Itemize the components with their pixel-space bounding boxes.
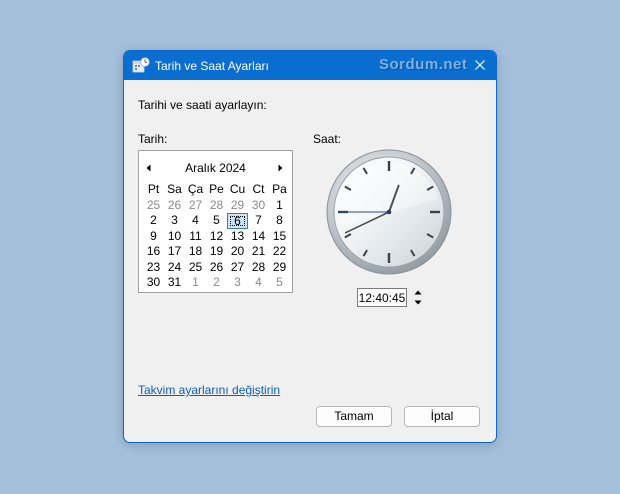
- calendar-day[interactable]: 5: [206, 213, 227, 229]
- calendar-day[interactable]: 28: [206, 198, 227, 214]
- calendar-day-selected[interactable]: 6: [227, 213, 248, 229]
- next-month-button[interactable]: [276, 162, 284, 172]
- calendar-grid: Pt Sa Ça Pe Cu Ct Pa 25 26 27 28 29 30 1 2 3 4 5 6 7 8 9 10 11 1…: [143, 182, 290, 291]
- window-title: Tarih ve Saat Ayarları: [155, 59, 269, 73]
- calendar-day[interactable]: 18: [185, 244, 206, 260]
- weekday-header: Ça: [187, 182, 204, 196]
- title-bar: Tarih ve Saat Ayarları Sordum.net: [124, 51, 496, 80]
- calendar-day[interactable]: 2: [206, 275, 227, 291]
- calendar-day[interactable]: 13: [227, 229, 248, 245]
- calendar-week-row: 9 10 11 12 13 14 15: [143, 229, 290, 245]
- calendar-day[interactable]: 4: [248, 275, 269, 291]
- close-button[interactable]: [470, 55, 490, 75]
- change-calendar-settings-link[interactable]: Takvim ayarlarını değiştirin: [138, 383, 280, 397]
- calendar-day[interactable]: 16: [143, 244, 164, 260]
- calendar-day[interactable]: 12: [206, 229, 227, 245]
- calendar-day[interactable]: 26: [206, 260, 227, 276]
- watermark: Sordum.net: [379, 56, 468, 73]
- calendar-day[interactable]: 3: [164, 213, 185, 229]
- calendar-day[interactable]: 19: [206, 244, 227, 260]
- calendar-day[interactable]: 3: [227, 275, 248, 291]
- calendar-day[interactable]: 24: [164, 260, 185, 276]
- calendar-day[interactable]: 15: [269, 229, 290, 245]
- calendar-day[interactable]: 1: [185, 275, 206, 291]
- chevron-right-icon: [278, 164, 283, 172]
- weekday-header: Cu: [229, 182, 246, 196]
- calendar-day[interactable]: 27: [185, 198, 206, 214]
- calendar-day[interactable]: 11: [185, 229, 206, 245]
- date-time-dialog: Tarih ve Saat Ayarları Sordum.net Tarihi…: [123, 50, 497, 443]
- calendar-day[interactable]: 26: [164, 198, 185, 214]
- calendar-day[interactable]: 22: [269, 244, 290, 260]
- cancel-button[interactable]: İptal: [404, 406, 480, 427]
- calendar-day[interactable]: 30: [143, 275, 164, 291]
- calendar-day[interactable]: 25: [143, 198, 164, 214]
- time-input[interactable]: [357, 288, 407, 307]
- weekday-header: Pt: [147, 182, 160, 196]
- calendar-day[interactable]: 29: [227, 198, 248, 214]
- arrow-up-icon: [414, 290, 422, 295]
- calendar-day[interactable]: 29: [269, 260, 290, 276]
- calendar-week-row: 30 31 1 2 3 4 5: [143, 275, 290, 291]
- calendar-day[interactable]: 4: [185, 213, 206, 229]
- calendar-day[interactable]: 20: [227, 244, 248, 260]
- ok-button[interactable]: Tamam: [316, 406, 392, 427]
- clock-center-pin: [386, 209, 392, 215]
- calendar-day[interactable]: 7: [248, 213, 269, 229]
- calendar-day[interactable]: 25: [185, 260, 206, 276]
- calendar-week-row: 2345678: [143, 213, 290, 229]
- calendar-day[interactable]: 14: [248, 229, 269, 245]
- weekday-header: Pa: [272, 182, 287, 196]
- calendar-day[interactable]: 9: [143, 229, 164, 245]
- date-time-app-icon: [132, 57, 150, 73]
- weekday-header: Ct: [252, 182, 265, 196]
- calendar-day[interactable]: 17: [164, 244, 185, 260]
- calendar-day[interactable]: 28: [248, 260, 269, 276]
- date-label: Tarih:: [138, 132, 168, 146]
- arrow-down-icon: [414, 300, 422, 305]
- calendar-day[interactable]: 31: [164, 275, 185, 291]
- calendar-day[interactable]: 30: [248, 198, 269, 214]
- calendar-week-row: 25 26 27 28 29 30 1: [143, 198, 290, 214]
- calendar: Aralık 2024 Pt Sa Ça Pe Cu Ct Pa 25 26 27 28 29 30 1 2…: [138, 150, 293, 293]
- calendar-day[interactable]: 23: [143, 260, 164, 276]
- calendar-day[interactable]: 10: [164, 229, 185, 245]
- calendar-day[interactable]: 21: [248, 244, 269, 260]
- weekday-header: Sa: [167, 182, 182, 196]
- calendar-week-row: 23 24 25 26 27 28 29: [143, 260, 290, 276]
- analog-clock: [326, 149, 452, 275]
- calendar-month-title[interactable]: Aralık 2024: [139, 161, 292, 175]
- calendar-week-row: 16 17 18 19 20 21 22: [143, 244, 290, 260]
- calendar-day[interactable]: 1: [269, 198, 290, 214]
- close-icon: [475, 60, 485, 70]
- instruction-text: Tarihi ve saati ayarlayın:: [138, 98, 267, 112]
- time-increment-button[interactable]: [411, 288, 425, 297]
- weekday-header: Pe: [209, 182, 224, 196]
- calendar-day[interactable]: 8: [269, 213, 290, 229]
- time-label: Saat:: [313, 132, 342, 146]
- time-decrement-button[interactable]: [411, 298, 425, 307]
- weekday-header-row: Pt Sa Ça Pe Cu Ct Pa: [143, 182, 290, 198]
- calendar-day[interactable]: 2: [143, 213, 164, 229]
- calendar-day[interactable]: 5: [269, 275, 290, 291]
- calendar-day[interactable]: 27: [227, 260, 248, 276]
